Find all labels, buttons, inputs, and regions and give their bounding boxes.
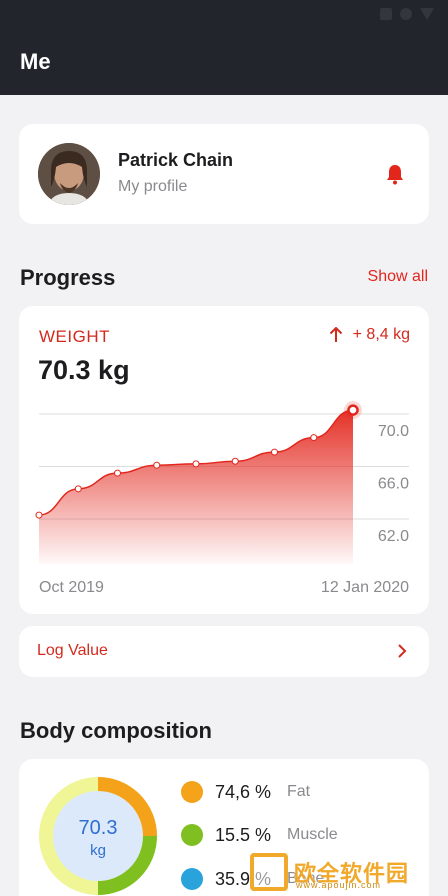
notification-icon	[380, 8, 392, 20]
y-tick-label: 70.0	[378, 423, 409, 440]
weight-delta-value: + 8,4 kg	[352, 326, 410, 343]
status-icons	[380, 8, 434, 20]
fat-dot	[181, 781, 203, 803]
fat-value: 74,6 %	[215, 781, 272, 802]
profile-link[interactable]: My profile	[118, 178, 187, 196]
bell-icon[interactable]	[383, 162, 407, 186]
data-point	[74, 485, 82, 493]
x-tick-label: Oct 2019	[39, 579, 104, 596]
fat-label: Fat	[287, 783, 311, 800]
chevron-right-icon	[398, 644, 407, 658]
data-point	[153, 461, 161, 469]
log-value-button[interactable]: Log Value	[19, 626, 429, 677]
y-tick-label: 66.0	[378, 476, 409, 493]
profile-name: Patrick Chain	[118, 150, 234, 170]
data-point	[114, 469, 121, 477]
weight-label: WEIGHT	[39, 327, 110, 346]
data-point	[192, 460, 200, 468]
body-composition-title: Body composition	[20, 718, 212, 743]
x-tick-label: 12 Jan 2020	[321, 579, 409, 596]
donut-center-value: 70.3	[78, 817, 118, 839]
legend-row-fat: 74,6 % Fat	[181, 781, 310, 803]
wifi-icon	[420, 8, 434, 20]
data-point	[310, 434, 318, 442]
page-title: Me	[20, 49, 51, 74]
weight-delta: + 8,4 kg	[329, 326, 410, 344]
arrow-up-icon	[329, 327, 342, 342]
data-point	[271, 448, 278, 456]
weight-card[interactable]: 70.0 66.0 62.0 Oct 2019 12 Jan 2020 WEIGHT …	[19, 306, 429, 614]
donut-center-unit: kg	[90, 842, 106, 859]
progress-title: Progress	[20, 265, 116, 290]
weight-value: 70.3 kg	[38, 355, 130, 385]
status-bar	[0, 0, 448, 28]
bone-dot	[181, 868, 203, 890]
legend-row-muscle: 15.5 % Muscle	[181, 824, 338, 846]
watermark-url: www.apoujin.com	[296, 880, 382, 890]
log-value-label: Log Value	[37, 642, 108, 659]
profile-card[interactable]: Patrick Chain My profile	[19, 124, 429, 224]
show-all-link[interactable]: Show all	[368, 268, 428, 286]
data-point	[231, 457, 239, 465]
data-point	[35, 511, 43, 519]
y-tick-label: 62.0	[378, 528, 409, 545]
weight-chart: 70.0 66.0 62.0 Oct 2019 12 Jan 2020	[35, 401, 409, 596]
app-bar: Me	[0, 28, 448, 95]
current-data-point	[347, 404, 359, 416]
watermark-logo-icon	[250, 853, 288, 891]
muscle-value: 15.5 %	[215, 824, 272, 845]
signal-icon	[400, 8, 412, 20]
avatar[interactable]	[38, 143, 100, 205]
muscle-label: Muscle	[287, 826, 338, 843]
muscle-dot	[181, 824, 203, 846]
